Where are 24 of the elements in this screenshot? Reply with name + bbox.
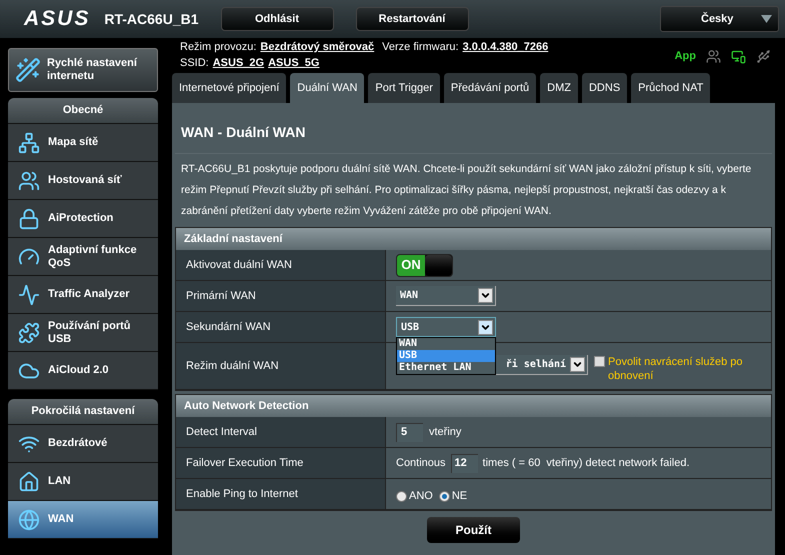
sidebar-heading: Obecné	[8, 98, 158, 124]
mode-label: Režim provozu:	[180, 40, 256, 55]
section-header: Základní nastavení	[176, 228, 771, 250]
page-title: WAN - Duální WAN	[175, 103, 772, 154]
setting-label: Sekundární WAN	[176, 312, 386, 342]
firmware-label: Verze firmwaru:	[382, 40, 459, 55]
section-header: Auto Network Detection	[176, 395, 771, 417]
unit-label: vteřiny	[429, 424, 462, 440]
setting-label: Detect Interval	[176, 417, 386, 447]
prefix-label: Continous	[396, 456, 446, 471]
setting-label: Enable Ping to Internet	[176, 479, 386, 509]
setting-label: Režim duální WAN	[176, 343, 386, 389]
setting-label: Primární WAN	[176, 281, 386, 311]
description: RT-AC66U_B1 poskytuje podporu duální sítě WAN. Chcete-li použít sekundární síť WAN jako záložní přístup k síti, vyberte režim Přepnutí Převzít služby při selhání. Pro optimalizaci šířky pásma, nejlepší propustnost, nejkratší čas odezvy a k zabránění přetížení daty vyberte režim Vyvážení zátěže pro obě připojení WAN.	[180, 162, 752, 219]
ssid-label: SSID:	[180, 56, 209, 71]
suffix-label: times ( = 60 vteřiny) detect network failed.	[482, 456, 690, 471]
radio-label: ANO	[409, 488, 433, 504]
radio-label: NE	[452, 488, 468, 504]
brand-logo: ASUS	[24, 6, 90, 32]
model-name: RT-AC66U_B1	[104, 10, 198, 28]
checkbox-label: Povolit navrácení služeb po obnovení	[608, 355, 744, 383]
setting-label: Failover Execution Time	[176, 448, 386, 478]
setting-label: Aktivovat duální WAN	[176, 250, 386, 280]
sidebar-heading: Pokročilá nastavení	[8, 399, 158, 425]
